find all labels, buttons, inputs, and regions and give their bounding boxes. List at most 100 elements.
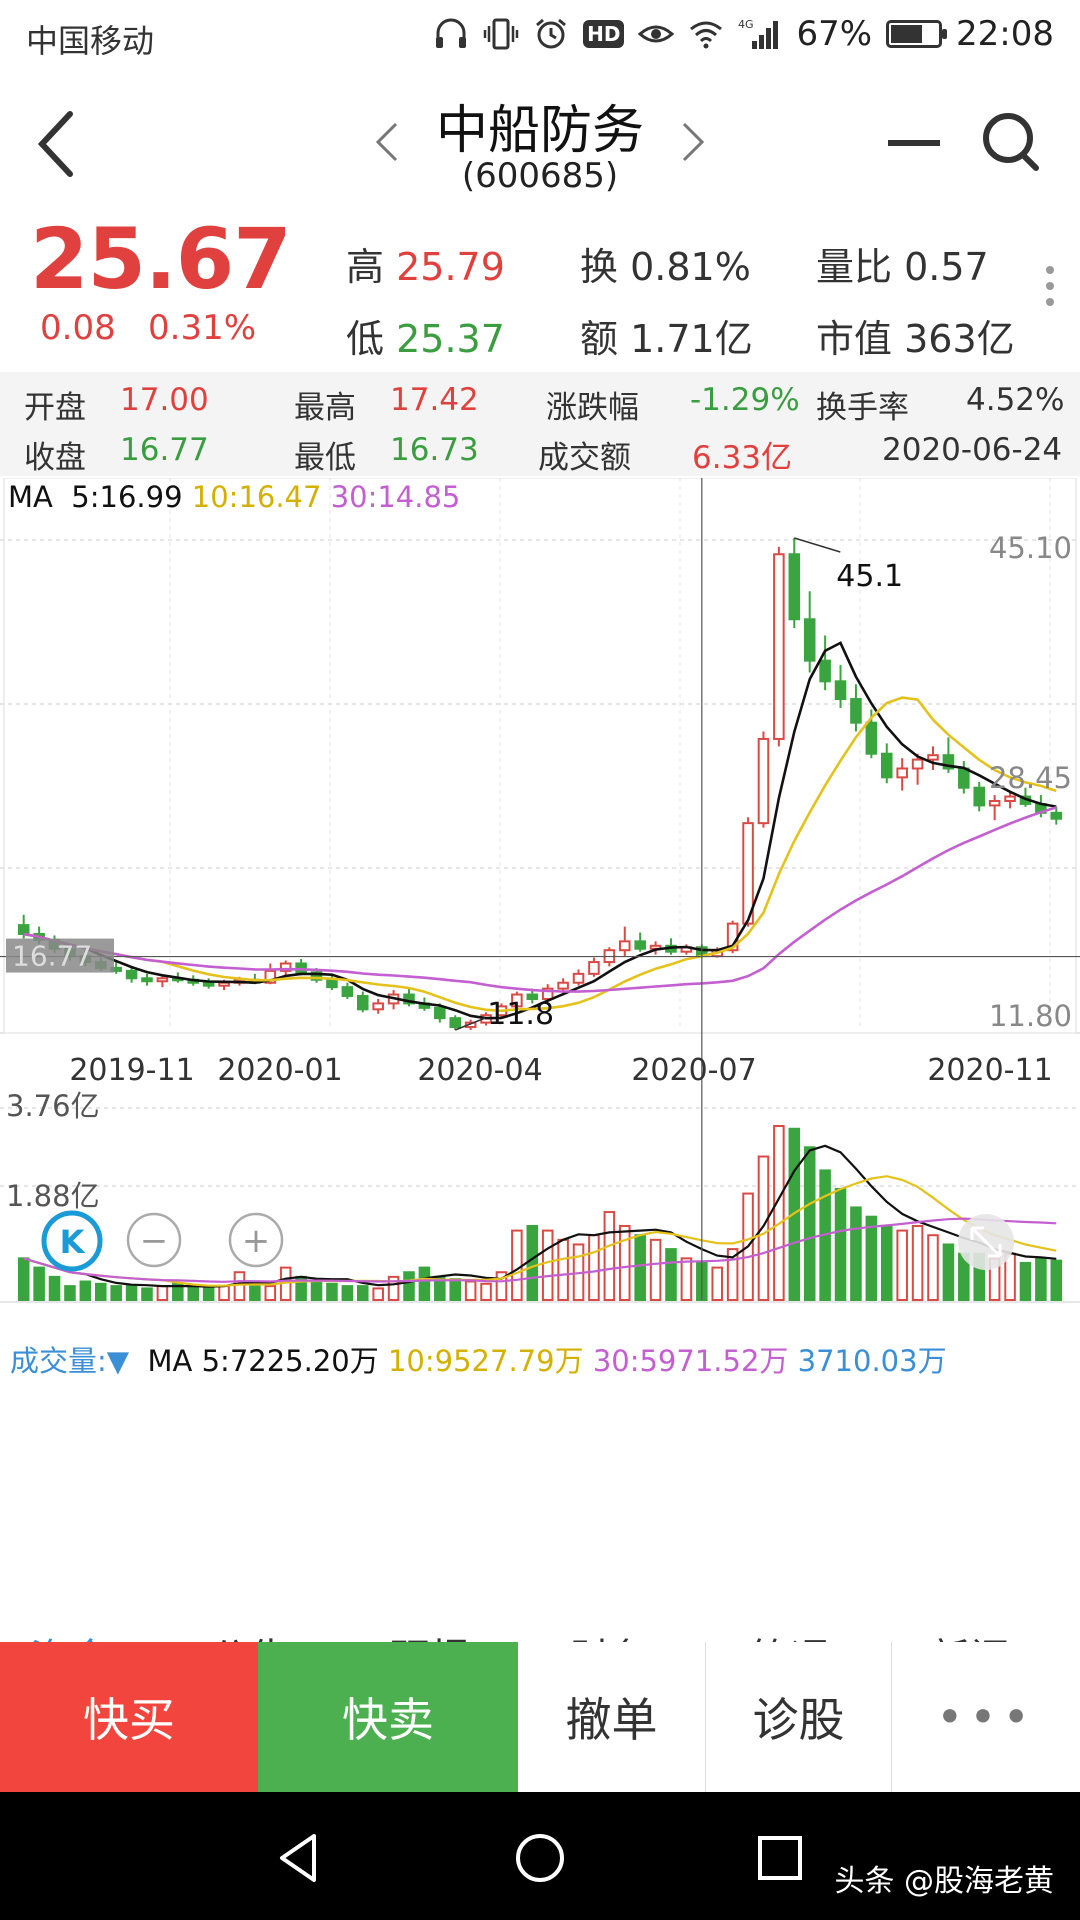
day-high-label: 最高 [294,390,356,426]
candle-body [125,969,138,980]
volume-bar [865,1215,878,1302]
candle-body [911,758,924,770]
k-type-button[interactable]: K [41,1210,103,1272]
amount-label: 额 [580,317,619,361]
x-tick-label: 2020-01 [217,1053,342,1088]
k-type-label: K [60,1223,86,1261]
tab-3[interactable]: 财务 [570,1626,650,1642]
high-stat: 高 25.79 [346,236,505,291]
market-cap-stat: 市值 363亿 [816,308,1015,363]
candle-body [803,618,816,662]
candle [141,973,153,986]
amount-stat: 额 1.71亿 [580,308,753,363]
candle [988,795,1001,821]
tab-2[interactable]: 研报 [390,1626,470,1642]
volume-bar [618,1224,631,1302]
quick-buy-button[interactable]: 快买 [0,1642,258,1792]
volume-bar [449,1278,462,1302]
tab-4[interactable]: 简况 [750,1626,830,1642]
trade-amount-label: 成交额 [538,440,631,476]
volume-bar [403,1271,415,1302]
volume-dropdown-icon[interactable]: ▼ [107,1344,129,1378]
volume-bar [218,1285,230,1301]
next-stock-button[interactable] [672,112,712,172]
volume-bar [711,1266,724,1301]
day-low-value: 16.73 [390,432,479,468]
volume-bar [202,1287,215,1301]
candle [927,746,939,770]
nav-back-icon[interactable] [270,1828,330,1888]
candle-body [896,767,908,779]
volume-bar [665,1248,677,1302]
turnover-rate-value: 4.52% [966,382,1065,418]
turnover-value: 0.81% [630,245,751,289]
candle-body [1004,795,1016,802]
candle-body [141,977,153,983]
volume-bar [557,1238,569,1302]
volume-bar [94,1282,107,1301]
tab-1[interactable]: 公告 [210,1626,290,1642]
remove-watchlist-button[interactable] [884,128,944,158]
status-icons: HD 4G 67% 22:08 [433,14,1054,54]
stock-code: (600685) [461,156,619,196]
vol-ma5-value: MA 5:7225.20万 [147,1344,379,1378]
volume-ratio-label: 量比 [816,245,893,289]
candle-body [865,721,878,755]
candle-body [341,986,354,998]
search-button[interactable] [976,102,1046,182]
nav-home-icon[interactable] [510,1828,570,1888]
zoom-in-button[interactable]: + [228,1212,284,1268]
kline-chart[interactable]: 16.77 45.10 28.45 11.80 45.1 11.8 2019-11 2020… [0,478,1080,1338]
more-options-button[interactable] [1040,262,1060,312]
diagnose-stock-button[interactable]: 诊股 [706,1642,892,1792]
info-tabs[interactable]: 资金 公告 研报 财务 简况 新闻 [0,1620,1080,1642]
candle [896,758,908,791]
candle [788,538,801,629]
volume-bar [480,1282,492,1301]
candle-body [17,924,30,935]
crosshair: 16.77 [0,478,1080,1300]
candle-body [880,752,893,779]
volume-bar [850,1206,862,1302]
fullscreen-button[interactable] [958,1214,1014,1270]
cursor-price-label: 16.77 [12,940,92,973]
volume-bar [680,1257,693,1302]
volume-bar [911,1224,924,1302]
volume-bar [125,1285,138,1301]
vertical-dots-icon [1046,266,1054,306]
minus-icon [888,140,940,146]
candle [942,737,955,773]
volume-bar [757,1155,770,1301]
candle [757,731,770,828]
volume-label[interactable]: 成交量: [10,1344,107,1378]
tab-5[interactable]: 新闻 [930,1626,1010,1642]
candle-body [356,995,369,1011]
volume-ratio-value: 0.57 [904,245,989,289]
candle-body [202,981,215,987]
vol-current-value: 3710.03万 [797,1344,947,1378]
candle [850,684,862,732]
moving-average-lines [23,641,1057,1020]
low-label: 低 [346,317,385,361]
volume-bar [1019,1261,1032,1301]
tab-0[interactable]: 资金 [30,1626,110,1642]
more-menu-button[interactable]: ••• [892,1642,1080,1792]
volume-ratio-stat: 量比 0.57 [816,236,989,291]
current-price: 25.67 [30,210,292,308]
quick-sell-button[interactable]: 快卖 [258,1642,518,1792]
nav-recents-icon[interactable] [750,1828,810,1888]
close-label: 收盘 [24,440,86,476]
day-high-value: 17.42 [390,382,479,418]
candle-body [850,698,862,724]
volume-bar [927,1234,939,1301]
open-value: 17.00 [120,382,209,418]
watermark-text: 头条 @股海老黄 [834,1864,1054,1899]
zoom-out-button[interactable]: − [126,1212,182,1268]
vibrate-icon [483,17,519,51]
candle-body [819,659,831,683]
volume-bar [156,1285,169,1301]
cancel-order-button[interactable]: 撤单 [518,1642,706,1792]
candle-body [834,680,847,701]
alarm-icon [533,17,569,51]
close-value: 16.77 [120,432,209,468]
